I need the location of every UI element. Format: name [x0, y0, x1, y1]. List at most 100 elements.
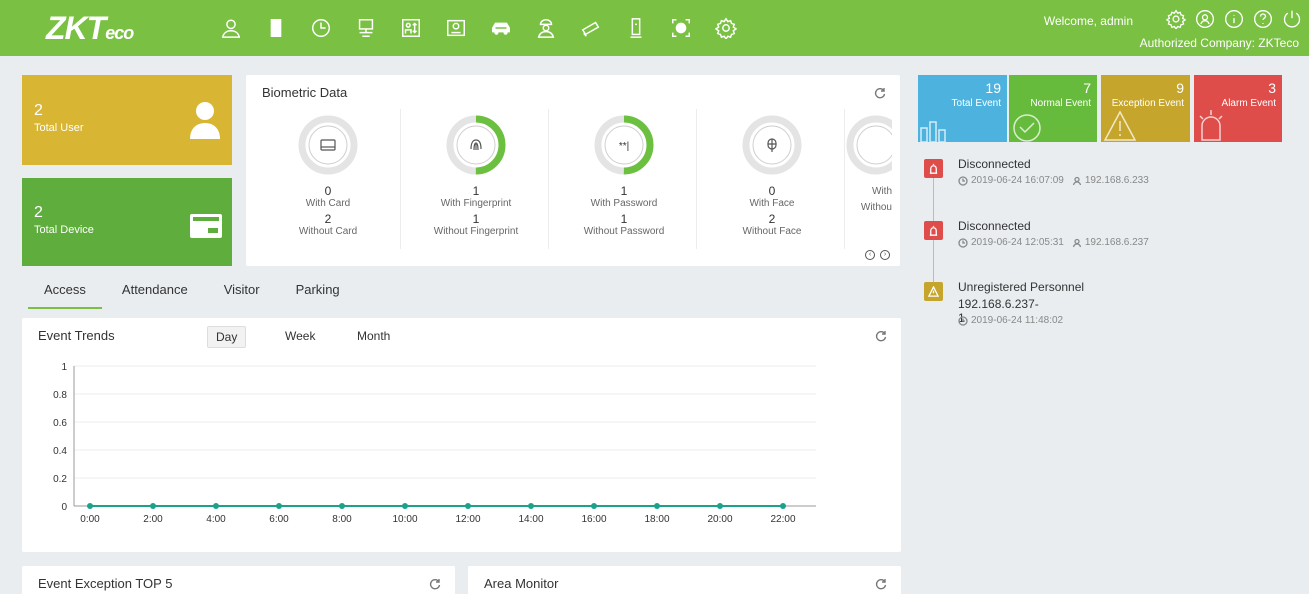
y-tick-label: 0.2: [53, 474, 67, 485]
data-point: [87, 503, 93, 509]
next-page-icon[interactable]: ›: [880, 250, 890, 260]
biometric-pager: ‹ ›: [860, 250, 890, 260]
parking-car-icon[interactable]: [482, 12, 519, 44]
access-door-icon[interactable]: [257, 12, 294, 44]
alarm-light-icon: [1199, 110, 1223, 141]
check-circle-icon: [1013, 114, 1041, 142]
total-event-label: Total Event: [951, 98, 1001, 109]
logout-icon[interactable]: [1281, 8, 1303, 30]
biometric-ring: [298, 115, 358, 175]
company-text: Authorized Company: ZKTeco: [1139, 36, 1299, 50]
tab-visitor[interactable]: Visitor: [208, 282, 276, 309]
event-trends-chart: 00.20.40.60.810:00 2:00 4:00 6:00 8:00 10:00 1…: [53, 362, 816, 525]
tab-parking[interactable]: Parking: [280, 282, 356, 309]
exception-event-tile[interactable]: 9 Exception Event: [1101, 75, 1190, 142]
tab-access[interactable]: Access: [28, 282, 102, 309]
event-title: Disconnected: [958, 219, 1031, 233]
biometric-panel: Biometric Data 0 With Card 2 Without Card 1 W…: [246, 75, 900, 266]
without-label: Withou: [860, 202, 892, 213]
badge-icon[interactable]: [437, 12, 474, 44]
prev-page-icon[interactable]: ‹: [865, 250, 875, 260]
y-tick-label: 0.6: [53, 418, 67, 429]
total-device-label: Total Device: [34, 224, 94, 236]
event-exception-panel: Event Exception TOP 5: [22, 566, 455, 594]
data-point: [150, 503, 156, 509]
biometric-ring: [742, 115, 802, 175]
x-tick-label: 0:00: [80, 514, 100, 525]
attendance-clock-icon[interactable]: [302, 12, 339, 44]
patrol-icon[interactable]: [527, 12, 564, 44]
device-icon: [190, 214, 222, 238]
settings-icon[interactable]: [1165, 8, 1187, 30]
face-scan-icon[interactable]: [662, 12, 699, 44]
y-tick-label: 0.8: [53, 390, 67, 401]
x-tick-label: 6:00: [269, 514, 289, 525]
total-user-label: Total User: [34, 122, 84, 134]
system-gear-icon[interactable]: [707, 12, 744, 44]
total-user-value: 2: [34, 102, 43, 119]
personnel-icon[interactable]: [212, 12, 249, 44]
without-count: 2: [324, 212, 332, 226]
ent-terminal-icon[interactable]: [617, 12, 654, 44]
x-tick-label: 18:00: [644, 514, 669, 525]
tab-attendance[interactable]: Attendance: [106, 282, 204, 309]
user-small-icon: [1072, 238, 1081, 247]
biometric-ring: **|: [594, 115, 654, 175]
biometric-ring: [446, 115, 506, 175]
alarm-event-label: Alarm Event: [1221, 98, 1276, 109]
alarm-event-tile[interactable]: 3 Alarm Event: [1194, 75, 1282, 142]
data-point: [276, 503, 282, 509]
without-count: 2: [768, 212, 776, 226]
user-profile-icon[interactable]: [1194, 8, 1216, 30]
help-icon[interactable]: [1252, 8, 1274, 30]
event-title: Disconnected: [958, 157, 1031, 171]
x-tick-label: 14:00: [518, 514, 543, 525]
area-monitor-title: Area Monitor: [484, 576, 559, 591]
total-device-tile[interactable]: 2 Total Device: [22, 178, 232, 266]
elevator-icon[interactable]: [347, 12, 384, 44]
warning-badge-icon: [924, 282, 943, 301]
clock-icon: [958, 175, 968, 186]
x-tick-label: 22:00: [770, 514, 795, 525]
event-ip: 192.168.6.233: [1084, 175, 1149, 186]
biometric-item: With Withou: [846, 109, 892, 214]
video-camera-icon[interactable]: [572, 12, 609, 44]
normal-event-tile[interactable]: 7 Normal Event: [1009, 75, 1097, 142]
area-refresh-icon[interactable]: [875, 578, 889, 592]
exception-refresh-icon[interactable]: [429, 578, 443, 592]
event-trends-panel: Event Trends Day Week Month 0 0.2 0.4 0.6 0.…: [22, 318, 901, 552]
with-label: With: [872, 186, 892, 197]
total-event-tile[interactable]: 19 Total Event: [918, 75, 1007, 142]
module-tabs: Access Attendance Visitor Parking: [28, 282, 360, 309]
event-ip: 192.168.6.237: [1084, 237, 1149, 248]
biometric-separator: [696, 109, 697, 249]
zkteco-logo[interactable]: ZKTeco: [46, 10, 134, 47]
biometric-item: 0 With Card 2 Without Card: [254, 109, 402, 238]
total-user-tile[interactable]: 2 Total User: [22, 75, 232, 165]
without-label: Without Fingerprint: [433, 226, 519, 237]
x-tick-label: 16:00: [581, 514, 606, 525]
with-label: With Face: [749, 198, 795, 209]
event-time: 2019-06-24 11:48:02: [971, 315, 1064, 326]
biometric-separator: [844, 109, 845, 249]
event-time: 2019-06-24 12:05:31: [971, 237, 1064, 248]
x-tick-label: 2:00: [143, 514, 163, 525]
data-point: [213, 503, 219, 509]
data-point: [465, 503, 471, 509]
x-tick-label: 8:00: [332, 514, 352, 525]
with-label: With Password: [590, 198, 658, 209]
bar-chart-icon: [920, 121, 946, 142]
biometric-refresh-icon[interactable]: [874, 87, 888, 101]
x-tick-label: 12:00: [455, 514, 480, 525]
area-monitor-panel: Area Monitor: [468, 566, 901, 594]
warning-icon: [1103, 110, 1137, 141]
exception-event-label: Exception Event: [1111, 98, 1184, 109]
info-icon[interactable]: [1223, 8, 1245, 30]
data-point: [780, 503, 786, 509]
visitor-icon[interactable]: [392, 12, 429, 44]
biometric-separator: [548, 109, 549, 249]
with-count: 1: [472, 184, 480, 198]
biometric-separator: [400, 109, 401, 249]
system-icons: [1158, 8, 1303, 30]
biometric-item: 1 With Fingerprint 1 Without Fingerprint: [402, 109, 550, 238]
